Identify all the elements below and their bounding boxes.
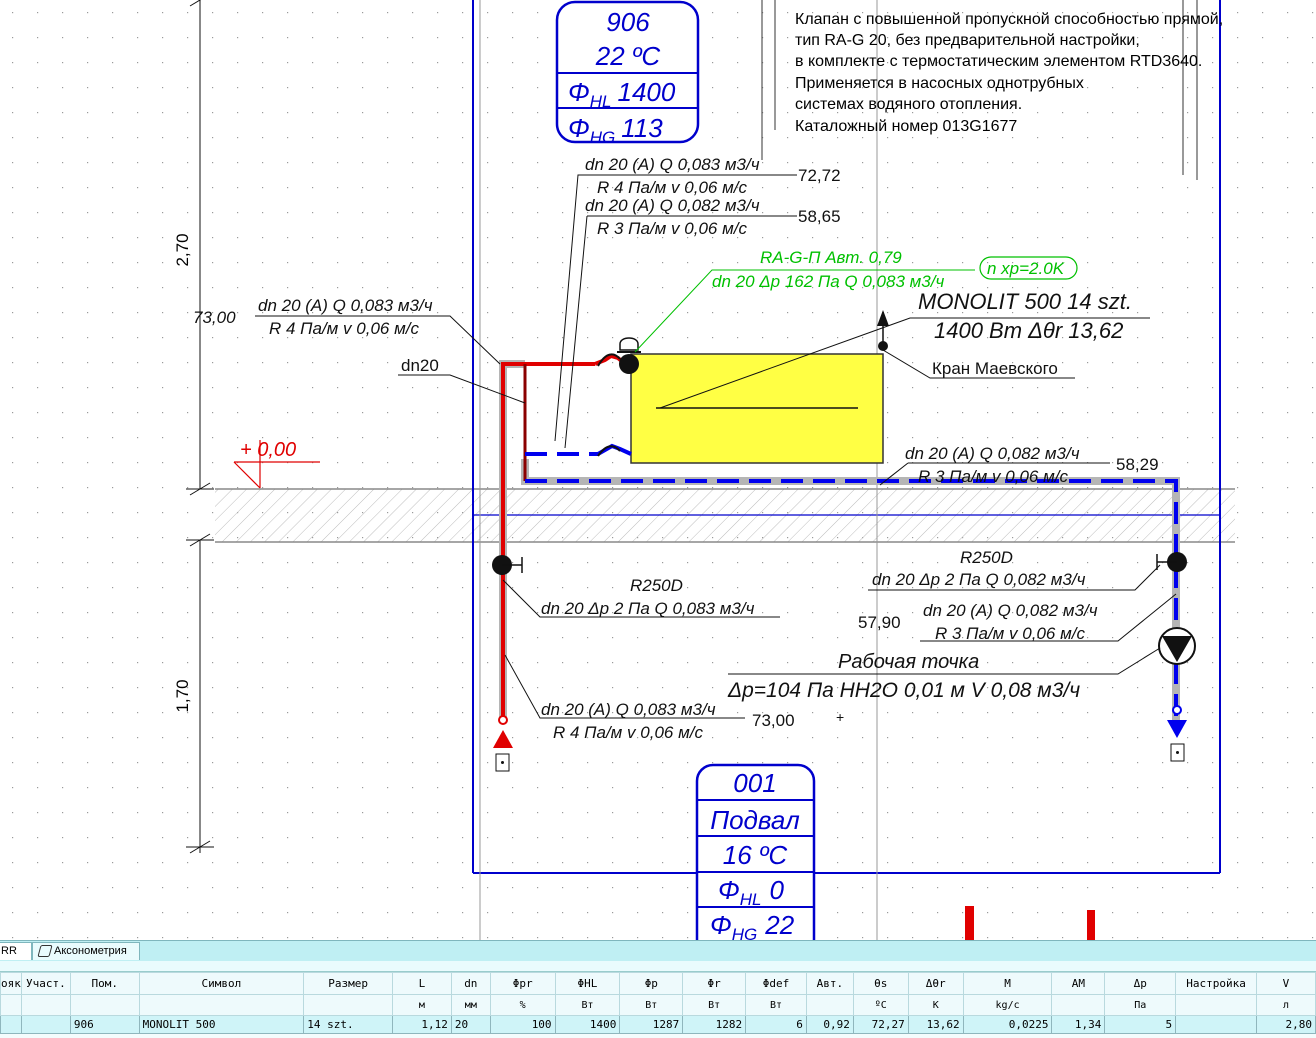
- col-header[interactable]: M: [962, 972, 1053, 995]
- label-air-vent: Кран Маевского: [932, 359, 1058, 378]
- level-label: + 0,00: [240, 439, 296, 461]
- room-name: Подвал: [710, 805, 800, 835]
- label-return-main-temp: 58,29: [1116, 455, 1159, 474]
- table-units-row: м мм % Вт Вт Вт Вт ºC K kg/c Па л: [0, 994, 1316, 1016]
- col-header[interactable]: Φr: [682, 972, 747, 995]
- col-header[interactable]: Φdef: [745, 972, 807, 995]
- col-header[interactable]: ΦHL: [554, 972, 621, 995]
- tab-axonometry[interactable]: Аксонометрия: [32, 942, 140, 960]
- dimension-lower: 1,70: [173, 679, 192, 712]
- phi-hg-value: 22: [764, 910, 794, 940]
- room-tag-upper[interactable]: 906 22 ºC ΦHL 1400 ΦHG 113: [555, 0, 700, 147]
- phi-hl-value: 0: [770, 875, 785, 905]
- label-valve-1: RA-G-П Авт. 0,79: [760, 248, 902, 267]
- svg-text:Применяется в насосных однотру: Применяется в насосных однотрубных: [795, 75, 1084, 92]
- label-riser-temp: 73,00: [193, 308, 236, 327]
- col-header[interactable]: Φpr: [489, 972, 556, 995]
- label-radiator-2: 1400 Вт Δθr 13,62: [934, 318, 1123, 343]
- label-pump-pipe-b: R 3 Па/м v 0,06 м/с: [935, 624, 1085, 643]
- col-header[interactable]: Участ.: [20, 972, 71, 995]
- label-return-main: dn 20 (A) Q 0,082 м3/ч: [905, 444, 1080, 463]
- label-shutoff-left-data: dn 20 Δp 2 Па Q 0,083 м3/ч: [541, 599, 755, 618]
- col-header[interactable]: V: [1255, 972, 1316, 995]
- label-return-top-b: R 3 Па/м v 0,06 м/с: [597, 219, 747, 238]
- col-header[interactable]: AM: [1051, 972, 1106, 995]
- pump[interactable]: [1158, 627, 1196, 665]
- label-pump-pipe-temp: 57,90: [858, 613, 901, 632]
- label-return-main-b: R 3 Па/м v 0,06 м/с: [918, 467, 1068, 486]
- radiator[interactable]: [630, 353, 884, 464]
- axonometry-icon: [37, 945, 53, 958]
- splitter-bar[interactable]: [0, 961, 1316, 972]
- label-dn20: dn20: [401, 356, 439, 375]
- schematic-canvas[interactable]: 2,70 1,70 + 0,00 Клапан с повышенной про…: [0, 0, 1316, 940]
- label-pump-title: Рабочая точка: [838, 651, 979, 673]
- col-header[interactable]: Настройка: [1175, 972, 1257, 995]
- col-header[interactable]: dn: [450, 972, 491, 995]
- label-riser-b: R 4 Па/м v 0,06 м/с: [269, 319, 419, 338]
- label-bottom-supply-temp: 73,00: [752, 711, 795, 730]
- label-bottom-supply: dn 20 (A) Q 0,083 м3/ч: [541, 700, 716, 719]
- table-header-row: ояк Участ. Пом. Символ Размер L dn Φpr Φ…: [0, 972, 1316, 995]
- col-header[interactable]: Авт.: [805, 972, 854, 995]
- label-pump-pipe: dn 20 (A) Q 0,082 м3/ч: [923, 601, 1098, 620]
- label-supply-top-b: R 4 Па/м v 0,06 м/с: [597, 178, 747, 197]
- phi-hl-value: 1400: [618, 77, 676, 107]
- room-temp: 22 ºC: [595, 41, 661, 71]
- col-header[interactable]: Размер: [303, 972, 394, 995]
- label-valve-2: dn 20 Δp 162 Па Q 0,083 м3/ч: [712, 272, 944, 291]
- table-row[interactable]: 906 MONOLIT 500 14 szt. 1,12 20 100 1400…: [0, 1015, 1316, 1034]
- col-header[interactable]: Δp: [1104, 972, 1177, 995]
- col-header[interactable]: Символ: [138, 972, 305, 995]
- svg-text:в комплекте с термостатическим: в комплекте с термостатическим элементом…: [795, 53, 1202, 70]
- label-shutoff-right-data: dn 20 Δp 2 Па Q 0,082 м3/ч: [872, 570, 1086, 589]
- label-riser: dn 20 (A) Q 0,083 м3/ч: [258, 296, 433, 315]
- col-header[interactable]: Φp: [619, 972, 684, 995]
- svg-text:тип RA-G 20, без предварительн: тип RA-G 20, без предварительной настрой…: [795, 32, 1140, 49]
- label-valve-setting: n xp=2.0K: [987, 259, 1065, 278]
- label-supply-top: dn 20 (A) Q 0,083 м3/ч: [585, 155, 760, 174]
- dimension-upper: 2,70: [173, 233, 192, 266]
- col-header[interactable]: ояк: [0, 972, 22, 995]
- room-number: 906: [606, 7, 650, 37]
- svg-text:ΦHL1400: ΦHL 1400: [568, 77, 676, 111]
- col-header[interactable]: Пом.: [69, 972, 140, 995]
- sheet-tabbar: RR 1 Аксонометрия: [0, 940, 1316, 974]
- label-return-top: dn 20 (A) Q 0,082 м3/ч: [585, 196, 760, 215]
- cursor-cross: +: [836, 709, 844, 725]
- label-return-top-temp: 58,65: [798, 207, 841, 226]
- svg-text:системах водяного отопления.: системах водяного отопления.: [795, 96, 1022, 113]
- col-header[interactable]: Δθr: [907, 972, 964, 995]
- svg-text:Каталожный номер 013G1677: Каталожный номер 013G1677: [795, 118, 1017, 135]
- label-bottom-supply-b: R 4 Па/м v 0,06 м/с: [553, 723, 703, 742]
- label-radiator-1: MONOLIT 500 14 szt.: [918, 289, 1132, 314]
- label-supply-top-temp: 72,72: [798, 166, 841, 185]
- label-pump-data: Δp=104 Па HH2O 0,01 м V 0,08 м3/ч: [727, 679, 1080, 702]
- label-shutoff-left-name: R250D: [630, 576, 683, 595]
- label-shutoff-right-name: R250D: [960, 548, 1013, 567]
- red-element: [965, 906, 974, 940]
- red-element: [1087, 910, 1095, 940]
- col-header[interactable]: L: [392, 972, 452, 995]
- results-table: ояк Участ. Пом. Символ Размер L dn Φpr Φ…: [0, 972, 1316, 1038]
- svg-text:Клапан с повышенной пропускной: Клапан с повышенной пропускной способнос…: [795, 11, 1223, 28]
- tab-rr1[interactable]: RR 1: [0, 942, 32, 974]
- col-header[interactable]: θs: [852, 972, 909, 995]
- room-temp: 16 ºC: [723, 840, 788, 870]
- phi-hg-value: 113: [621, 113, 663, 143]
- room-number: 001: [733, 768, 776, 798]
- room-tag-lower[interactable]: 001 Подвал 16 ºC ΦHL 0 ΦHG 22: [695, 763, 816, 940]
